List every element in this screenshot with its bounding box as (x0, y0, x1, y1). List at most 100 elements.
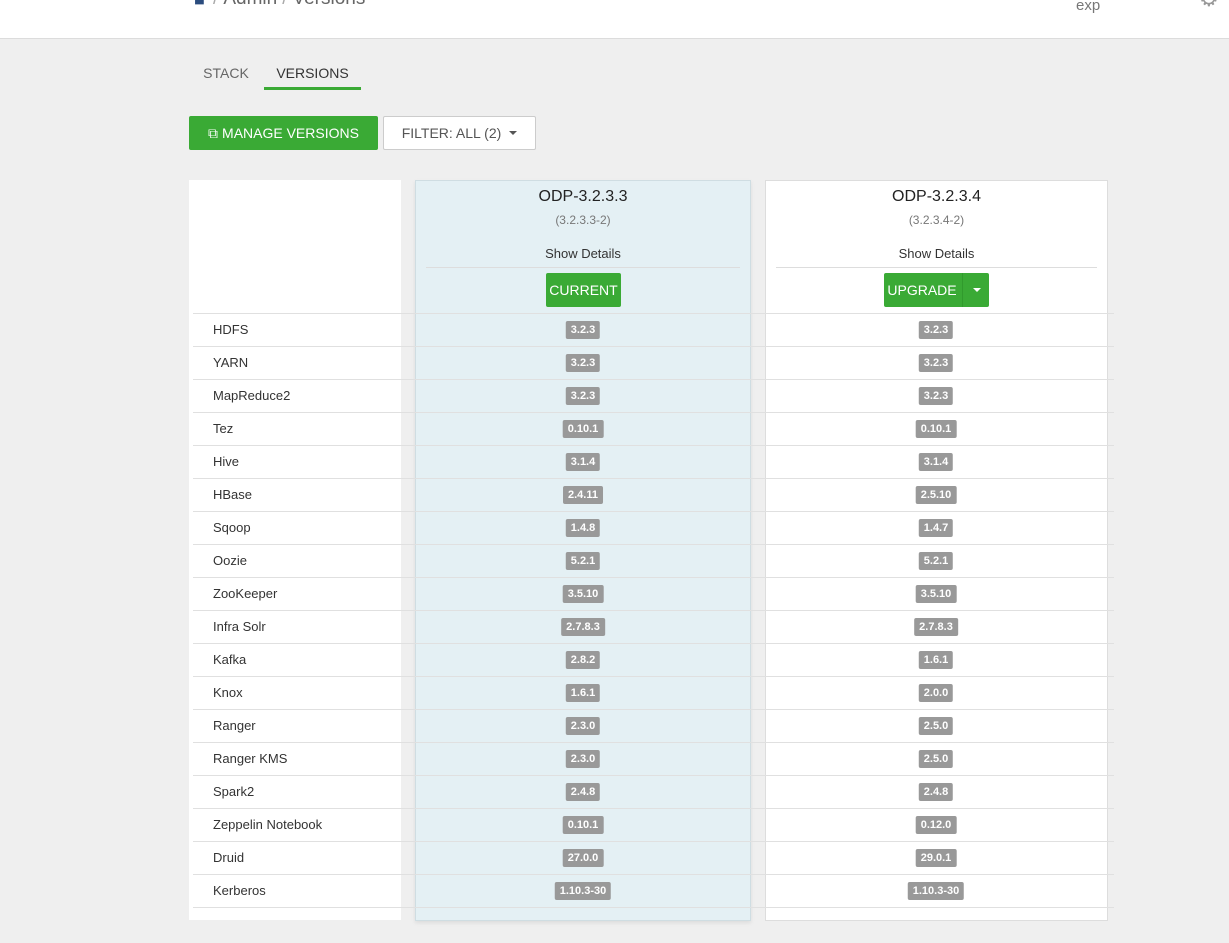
row-divider (193, 841, 1114, 842)
version-badge-current: 2.3.0 (565, 717, 601, 735)
version-badge-current: 0.10.1 (562, 816, 604, 834)
version-badge-current: 2.8.2 (565, 651, 601, 669)
version-name: ODP-3.2.3.4 (892, 188, 981, 205)
version-badge-upgrade: 1.6.1 (918, 651, 954, 669)
version-badge-current: 0.10.1 (562, 420, 604, 438)
external-link-icon: ⧉ (208, 124, 219, 141)
row-divider (193, 808, 1114, 809)
divider (426, 267, 740, 268)
version-badge-current: 2.7.8.3 (561, 618, 605, 636)
service-name: Zeppelin Notebook (213, 817, 323, 832)
version-header: ODP-3.2.3.3 (3.2.3.3-2) Show Details CUR… (416, 181, 750, 313)
service-name: ZooKeeper (213, 586, 278, 601)
service-name: Spark2 (213, 784, 255, 799)
service-name: Kafka (213, 652, 247, 667)
version-badge-current: 3.2.3 (565, 321, 601, 339)
row-divider (193, 445, 1114, 446)
upgrade-dropdown-toggle[interactable] (962, 273, 990, 307)
row-divider (193, 544, 1114, 545)
row-divider (193, 511, 1114, 512)
manage-versions-label: MANAGE VERSIONS (222, 125, 359, 141)
row-divider (193, 313, 1114, 314)
upgrade-button[interactable]: UPGRADE (884, 273, 960, 307)
version-badge-upgrade: 2.0.0 (918, 684, 954, 702)
row-divider (193, 643, 1114, 644)
breadcrumb: ♛ / Admin / Versions (191, 0, 365, 10)
service-name: Infra Solr (213, 619, 266, 634)
version-badge-current: 1.6.1 (565, 684, 601, 702)
version-badge-current: 1.4.8 (565, 519, 601, 537)
service-name: MapReduce2 (213, 388, 291, 403)
version-badge-upgrade: 1.10.3-30 (907, 882, 965, 900)
version-badge-current: 3.1.4 (565, 453, 601, 471)
version-badge-upgrade: 3.2.3 (918, 321, 954, 339)
current-button[interactable]: CURRENT (546, 273, 621, 307)
version-badge-upgrade: 2.7.8.3 (914, 618, 958, 636)
service-name: Hive (213, 454, 240, 469)
top-bar: ♛ / Admin / Versions exp ⚙ (0, 0, 1229, 39)
version-badge-current: 27.0.0 (562, 849, 604, 867)
version-badge-upgrade: 29.0.1 (915, 849, 957, 867)
version-badge-current: 3.5.10 (562, 585, 604, 603)
row-divider (193, 412, 1114, 413)
version-badge-upgrade: 0.12.0 (915, 816, 957, 834)
version-badge-upgrade: 5.2.1 (918, 552, 954, 570)
service-name: Druid (213, 850, 245, 865)
version-badge-upgrade: 3.5.10 (915, 585, 957, 603)
chevron-down-icon (972, 288, 981, 292)
version-header: ODP-3.2.3.4 (3.2.3.4-2) Show Details UPG… (766, 181, 1107, 313)
service-label-panel (189, 180, 401, 920)
gear-icon[interactable]: ⚙ (1199, 0, 1219, 12)
version-column-current: ODP-3.2.3.3 (3.2.3.3-2) Show Details CUR… (415, 180, 751, 921)
service-name: Knox (213, 685, 243, 700)
version-column-upgrade: ODP-3.2.3.4 (3.2.3.4-2) Show Details UPG… (765, 180, 1108, 921)
row-divider (193, 379, 1114, 380)
breadcrumb-separator: / (282, 0, 287, 9)
home-icon[interactable]: ♛ (191, 0, 208, 9)
version-badge-current: 3.2.3 (565, 387, 601, 405)
row-divider (193, 676, 1114, 677)
tab-stack[interactable]: STACK (192, 58, 260, 87)
version-badge-upgrade: 2.5.0 (918, 750, 954, 768)
service-name: HBase (213, 487, 253, 502)
version-badge-upgrade: 0.10.1 (915, 420, 957, 438)
version-badge-upgrade: 1.4.7 (918, 519, 954, 537)
service-name: Oozie (213, 553, 247, 568)
row-divider (193, 709, 1114, 710)
service-name: Ranger (213, 718, 256, 733)
row-divider (193, 610, 1114, 611)
version-badge-current: 2.4.11 (563, 486, 603, 504)
show-details-link[interactable]: Show Details (766, 246, 1107, 261)
version-badge-upgrade: 2.4.8 (918, 783, 954, 801)
version-badge-upgrade: 3.2.3 (918, 387, 954, 405)
row-divider (193, 478, 1114, 479)
service-name: Tez (213, 421, 234, 436)
row-divider (193, 874, 1114, 875)
filter-dropdown[interactable]: FILTER: ALL (2) (383, 116, 536, 150)
version-full: (3.2.3.4-2) (908, 213, 965, 227)
row-divider (193, 577, 1114, 578)
service-name: YARN (213, 355, 249, 370)
service-name: HDFS (213, 322, 249, 337)
breadcrumb-admin[interactable]: Admin (223, 0, 277, 9)
version-badge-current: 1.10.3-30 (554, 882, 612, 900)
row-divider (193, 742, 1114, 743)
version-badge-current: 3.2.3 (565, 354, 601, 372)
service-name: Kerberos (213, 883, 266, 898)
version-badge-upgrade: 3.1.4 (918, 453, 954, 471)
divider (776, 267, 1097, 268)
manage-versions-button[interactable]: ⧉ MANAGE VERSIONS (189, 116, 378, 150)
show-details-link[interactable]: Show Details (416, 246, 750, 261)
breadcrumb-versions: Versions (292, 0, 365, 9)
user-menu[interactable]: exp (1076, 0, 1100, 14)
version-badge-upgrade: 2.5.0 (918, 717, 954, 735)
version-badge-current: 2.4.8 (565, 783, 601, 801)
filter-label: FILTER: ALL (2) (401, 125, 502, 141)
version-badge-upgrade: 3.2.3 (918, 354, 954, 372)
tab-versions[interactable]: VERSIONS (264, 58, 361, 90)
version-full: (3.2.3.3-2) (555, 213, 611, 227)
breadcrumb-separator: / (213, 0, 218, 9)
version-badge-current: 2.3.0 (565, 750, 601, 768)
version-badge-current: 5.2.1 (565, 552, 601, 570)
row-divider (193, 775, 1114, 776)
